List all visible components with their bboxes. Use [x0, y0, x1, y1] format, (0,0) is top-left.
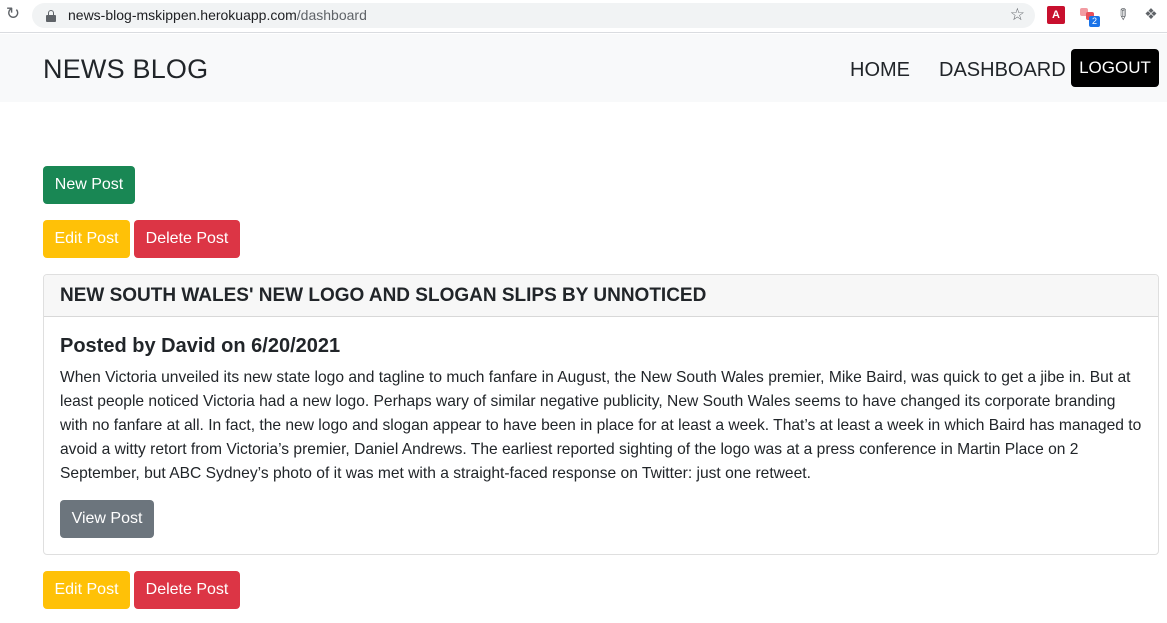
site-navbar: NEWS BLOG HOME DASHBOARD LOGOUT: [0, 34, 1167, 102]
extension-icon[interactable]: 2: [1080, 6, 1100, 27]
address-bar[interactable]: news-blog-mskippen.herokuapp.com/dashboa…: [32, 3, 1035, 28]
bookmark-star-icon[interactable]: ☆: [1010, 5, 1025, 25]
new-post-button[interactable]: New Post: [43, 166, 135, 204]
lock-icon[interactable]: [46, 10, 56, 22]
nav-home-link[interactable]: HOME: [850, 58, 910, 82]
delete-post-button[interactable]: Delete Post: [134, 220, 240, 258]
browser-toolbar: ↻ news-blog-mskippen.herokuapp.com/dashb…: [0, 0, 1167, 33]
logout-button[interactable]: LOGOUT: [1071, 49, 1159, 87]
eyedropper-icon[interactable]: ✎: [1109, 2, 1134, 27]
reload-icon[interactable]: ↻: [4, 5, 22, 23]
edit-post-button-2[interactable]: Edit Post: [43, 571, 130, 609]
url-host: news-blog-mskippen.herokuapp.com: [68, 7, 297, 23]
extensions-puzzle-icon[interactable]: ❖: [1142, 6, 1160, 24]
post-body: Posted by David on 6/20/2021 When Victor…: [44, 317, 1158, 486]
post-content: When Victoria unveiled its new state log…: [60, 369, 1142, 482]
edit-post-button[interactable]: Edit Post: [43, 220, 130, 258]
url-path: /dashboard: [296, 7, 367, 23]
pdf-extension-icon[interactable]: A: [1047, 6, 1065, 24]
url-text[interactable]: news-blog-mskippen.herokuapp.com/dashboa…: [68, 7, 367, 24]
post-byline: Posted by David on 6/20/2021: [60, 335, 341, 357]
delete-post-button-2[interactable]: Delete Post: [134, 571, 240, 609]
nav-dashboard-link[interactable]: DASHBOARD: [939, 58, 1066, 82]
post-title: NEW SOUTH WALES' NEW LOGO AND SLOGAN SLI…: [44, 275, 1158, 317]
extension-badge: 2: [1089, 16, 1100, 27]
post-card: NEW SOUTH WALES' NEW LOGO AND SLOGAN SLI…: [43, 274, 1159, 555]
view-post-button[interactable]: View Post: [60, 500, 154, 538]
brand-logo[interactable]: NEWS BLOG: [43, 53, 208, 85]
